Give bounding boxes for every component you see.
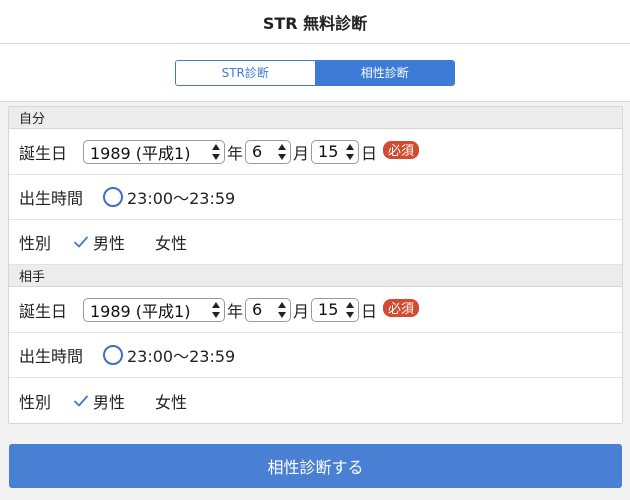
partner-day-select[interactable]: 15 [311, 297, 360, 322]
select-arrows-icon [212, 301, 220, 318]
partner-year-value: 1989 (平成1) [90, 301, 191, 321]
page-title: STR 無料診断 [262, 13, 368, 33]
birth-time-label: 出生時間 [19, 347, 84, 366]
section-header-self: 自分 [9, 107, 622, 129]
select-arrows-icon [278, 143, 287, 160]
partner-birthday-row: 誕生日 1989 (平成1) 年 6 月 15 日 必須 [9, 287, 622, 333]
section-header-partner: 相手 [9, 265, 622, 287]
submit-compatibility-button[interactable]: 相性診断する [9, 444, 622, 488]
day-unit: 日 [361, 301, 378, 321]
select-arrows-icon [346, 143, 355, 160]
self-year-value: 1989 (平成1) [90, 143, 191, 163]
segmented-control: STR診断 相性診断 [175, 59, 455, 86]
partner-time-range: 23:00〜23:59 [127, 347, 236, 366]
select-arrows-icon [212, 143, 220, 160]
day-unit: 日 [361, 143, 378, 163]
birthday-label: 誕生日 [19, 143, 68, 163]
female-label: 女性 [155, 234, 188, 253]
self-gender-male-option[interactable]: 男性 [71, 230, 125, 254]
partner-year-select[interactable]: 1989 (平成1) [83, 297, 225, 322]
required-badge: 必須 [383, 140, 420, 159]
self-month-value: 6 [252, 142, 263, 161]
partner-birth-time-row: 出生時間 23:00〜23:59 [9, 333, 622, 378]
section-label-partner: 相手 [19, 270, 46, 285]
app-header: STR 無料診断 [0, 0, 630, 44]
partner-time-radio[interactable] [103, 345, 123, 365]
tab-str-diagnosis[interactable]: STR診断 [176, 60, 315, 85]
required-badge: 必須 [383, 298, 420, 317]
partner-month-value: 6 [252, 300, 263, 319]
select-arrows-icon [346, 301, 355, 318]
female-label: 女性 [155, 392, 188, 412]
year-unit: 年 [227, 301, 244, 321]
male-label: 男性 [93, 234, 126, 253]
month-unit: 月 [293, 301, 310, 321]
self-birthday-row: 誕生日 1989 (平成1) 年 6 月 15 日 必須 [9, 129, 622, 175]
self-time-radio[interactable] [103, 187, 123, 207]
self-time-range: 23:00〜23:59 [127, 189, 236, 208]
male-label: 男性 [93, 392, 126, 412]
form-card: 自分 誕生日 1989 (平成1) 年 6 月 15 日 必須 出生時間 23:… [8, 106, 623, 424]
check-icon [74, 236, 88, 248]
partner-gender-row: 性別 男性 女性 [9, 378, 622, 423]
select-arrows-icon [278, 301, 287, 318]
self-gender-row: 性別 男性 女性 [9, 220, 622, 265]
app-window: STR 無料診断 STR診断 相性診断 自分 誕生日 1989 (平成1) 年 … [0, 0, 630, 500]
tab-bar: STR診断 相性診断 [0, 44, 630, 102]
month-unit: 月 [293, 143, 310, 163]
gender-label: 性別 [19, 234, 52, 253]
partner-day-value: 15 [318, 300, 339, 319]
gender-label: 性別 [19, 392, 52, 412]
section-label-self: 自分 [19, 112, 46, 127]
check-icon [74, 395, 88, 406]
self-year-select[interactable]: 1989 (平成1) [83, 139, 225, 164]
partner-month-select[interactable]: 6 [245, 297, 292, 322]
self-day-value: 15 [318, 142, 339, 161]
birthday-label: 誕生日 [19, 301, 68, 321]
self-month-select[interactable]: 6 [245, 139, 292, 164]
birth-time-label: 出生時間 [19, 189, 84, 208]
self-gender-female-option[interactable]: 女性 [155, 230, 187, 254]
year-unit: 年 [227, 143, 244, 163]
self-day-select[interactable]: 15 [311, 139, 360, 164]
tab-compatibility-diagnosis[interactable]: 相性診断 [314, 60, 454, 85]
self-birth-time-row: 出生時間 23:00〜23:59 [9, 175, 622, 220]
partner-gender-female-option[interactable]: 女性 [155, 389, 187, 413]
partner-gender-male-option[interactable]: 男性 [71, 389, 125, 413]
